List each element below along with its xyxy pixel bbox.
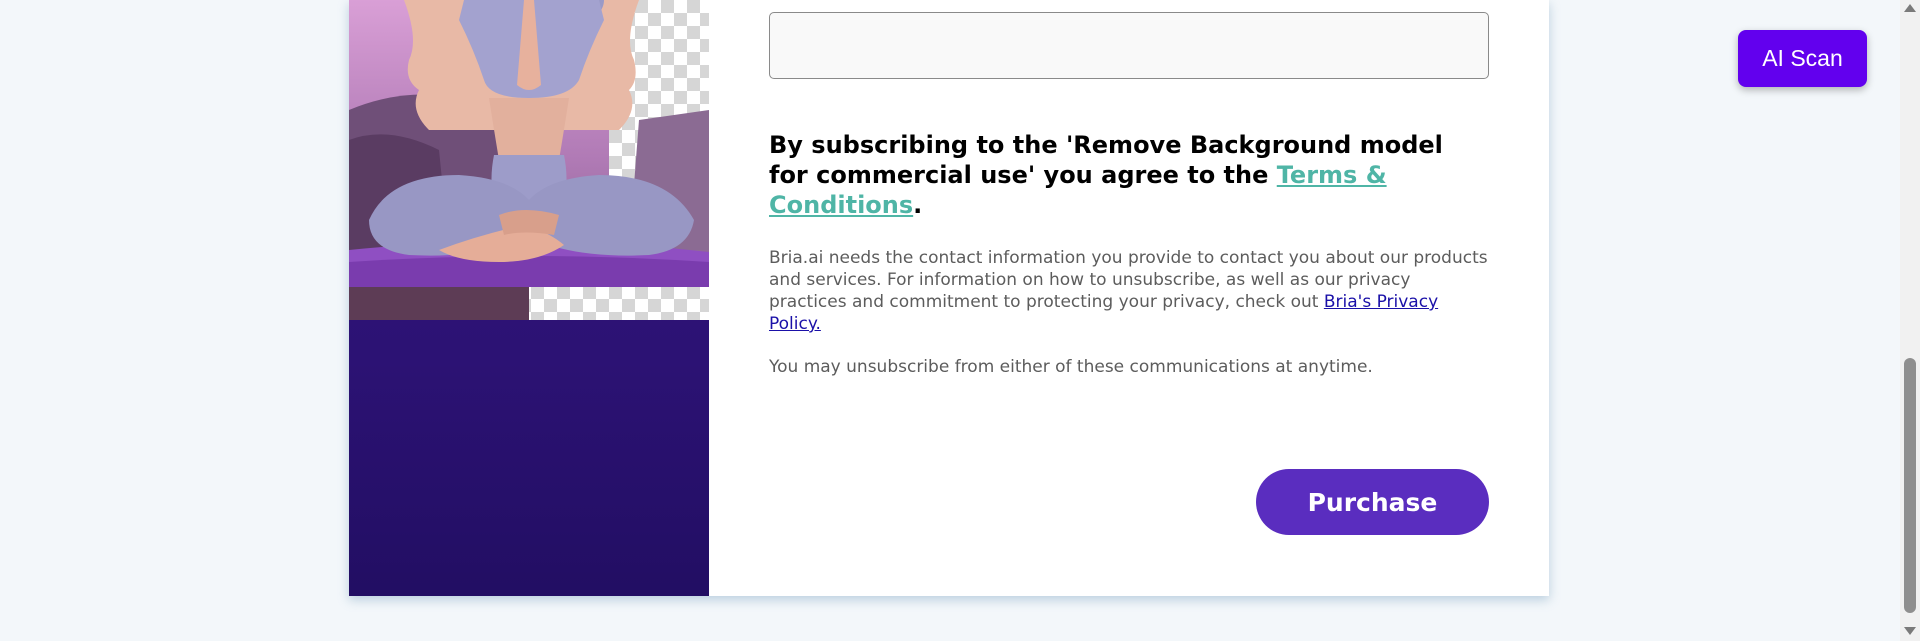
- scrollbar-thumb[interactable]: [1904, 358, 1916, 613]
- triangle-up-icon[interactable]: [1904, 4, 1916, 12]
- vertical-scrollbar[interactable]: [1900, 0, 1920, 641]
- text-input-field[interactable]: [769, 12, 1489, 79]
- privacy-info-text: Bria.ai needs the contact information yo…: [769, 247, 1489, 335]
- unsubscribe-note: You may unsubscribe from either of these…: [769, 357, 1373, 377]
- agreement-suffix: .: [913, 191, 923, 219]
- side-panel: [349, 0, 709, 596]
- terms-agreement-text: By subscribing to the 'Remove Background…: [769, 130, 1489, 220]
- ai-scan-button[interactable]: AI Scan: [1738, 30, 1867, 87]
- yoga-product-image: [349, 0, 709, 320]
- purchase-button[interactable]: Purchase: [1256, 469, 1489, 535]
- triangle-down-icon[interactable]: [1904, 627, 1916, 635]
